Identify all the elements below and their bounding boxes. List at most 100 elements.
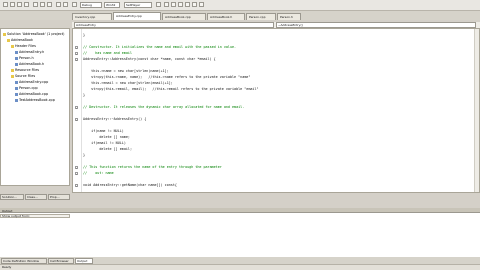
fold-toggle-icon[interactable]: -: [75, 118, 78, 122]
solution-tree-label: AddressBook: [11, 38, 33, 42]
find-icon[interactable]: [156, 2, 161, 7]
solution-tree-item[interactable]: AddressBook: [7, 38, 33, 42]
solution-tree-item[interactable]: Resource Files: [11, 68, 39, 72]
start-page-icon[interactable]: [199, 2, 204, 7]
save-icon[interactable]: [17, 2, 22, 7]
tab-inventory[interactable]: Inventory.cpp: [72, 13, 112, 20]
solution-explorer-icon[interactable]: [164, 2, 169, 7]
folder-icon: [7, 38, 10, 42]
folder-icon: [11, 68, 14, 72]
status-bar: Ready: [0, 264, 480, 270]
cut-icon[interactable]: [33, 2, 38, 7]
code-line: AddressEntry::AddressEntry(const char *n…: [83, 57, 216, 61]
file-icon: [15, 80, 18, 84]
code-line: this->name = new char[strlen(name)+1];: [83, 69, 169, 73]
solution-tree-label: Person.cpp: [19, 86, 38, 90]
code-line: }: [83, 33, 86, 37]
code-line: strcpy(this->name, name); //this->name r…: [83, 75, 251, 79]
tab-address-book-cpp[interactable]: AddressBook.cpp: [162, 13, 206, 20]
code-line: // Constructor. It initializes the name …: [83, 45, 237, 49]
code-line: // This function returns the name of the…: [83, 165, 222, 169]
copy-icon[interactable]: [40, 2, 45, 7]
properties-icon[interactable]: [171, 2, 176, 7]
solution-tree-item[interactable]: Solution 'AddressBook' (1 project): [3, 32, 64, 36]
tab-address-entry-cpp[interactable]: AddressEntry.cpp: [113, 12, 161, 20]
code-line: delete [] email;: [83, 147, 132, 151]
solution-tree-label: AddressEntry.h: [19, 50, 45, 54]
solution-tree-label: TestAddressBook.cpp: [19, 98, 55, 102]
save-all-icon[interactable]: [24, 2, 29, 7]
redo-icon[interactable]: [63, 2, 68, 7]
solution-tree-item[interactable]: AddressBook.cpp: [15, 92, 48, 96]
code-line: this->email = new char[strlen(email)+1];: [83, 81, 173, 85]
code-line: AddressEntry::~AddressEntry() {: [83, 117, 147, 121]
solution-tree-item[interactable]: TestAddressBook.cpp: [15, 98, 55, 102]
solution-tree-item[interactable]: AddressEntry.cpp: [15, 80, 48, 84]
fold-toggle-icon[interactable]: -: [75, 166, 78, 170]
toolbox-icon[interactable]: [178, 2, 183, 7]
platform-select[interactable]: Win32: [104, 2, 120, 8]
code-line: // out: name: [83, 171, 114, 175]
fold-toggle-icon[interactable]: -: [75, 184, 78, 188]
folder-icon: [3, 32, 6, 36]
solution-tree-label: AddressBook.cpp: [19, 92, 49, 96]
folder-icon: [11, 44, 14, 48]
solution-tree-label: Solution 'AddressBook' (1 project): [7, 32, 65, 36]
solution-tree-label: Person.h: [19, 56, 34, 60]
code-line: void AddressEntry::getName(char name[]) …: [83, 183, 177, 187]
fold-toggle-icon[interactable]: -: [75, 106, 78, 110]
file-icon: [15, 92, 18, 96]
fold-toggle-icon[interactable]: -: [75, 46, 78, 50]
tab-solution-explorer[interactable]: Solution...: [0, 194, 24, 200]
object-browser-icon[interactable]: [192, 2, 197, 7]
fold-toggle-icon[interactable]: -: [75, 172, 78, 176]
folder-icon: [11, 74, 14, 78]
tab-class-view[interactable]: Class...: [25, 194, 47, 200]
code-line: delete [] name;: [83, 135, 130, 139]
tab-address-book-h[interactable]: AddressBook.h: [207, 13, 245, 20]
code-line: // Destructor. It releases the dynamic c…: [83, 105, 245, 109]
bottom-panel-tabs: Code Definition Window Call Browser Outp…: [0, 257, 480, 264]
code-line: }: [83, 93, 86, 97]
undo-icon[interactable]: [56, 2, 61, 7]
editor-scrollbar[interactable]: [474, 29, 479, 192]
paste-icon[interactable]: [47, 2, 52, 7]
code-line: // has name and email: [83, 51, 132, 55]
document-tabs: Inventory.cpp AddressEntry.cpp AddressBo…: [0, 11, 480, 20]
solution-tree-label: Resource Files: [15, 68, 40, 72]
solution-panel-tabs: Solution... Class... Prop...: [0, 194, 70, 201]
file-icon: [15, 86, 18, 90]
solution-tree-label: Header Files: [15, 44, 36, 48]
new-file-icon[interactable]: [3, 2, 8, 7]
tab-person-cpp[interactable]: Person.cpp: [246, 13, 276, 20]
class-view-icon[interactable]: [185, 2, 190, 7]
tab-person-h[interactable]: Person.h: [277, 13, 301, 20]
output-pane[interactable]: [0, 212, 480, 258]
fold-toggle-icon[interactable]: -: [75, 58, 78, 62]
solution-tree-label: AddressEntry.cpp: [19, 80, 49, 84]
file-icon: [15, 50, 18, 54]
code-line: }: [83, 153, 86, 157]
solution-explorer: Solution 'AddressBook' (1 project) Addres…: [0, 28, 70, 186]
code-line: if(name != NULL): [83, 129, 124, 133]
solution-tree-item[interactable]: Person.h: [15, 56, 34, 60]
solution-config-select[interactable]: Debug: [80, 2, 102, 8]
solution-tree-label: AddressBook.h: [19, 62, 45, 66]
tab-property-manager[interactable]: Prop...: [48, 194, 70, 200]
solution-tree-label: Source Files: [15, 74, 36, 78]
solution-tree-item[interactable]: Header Files: [11, 44, 36, 48]
solution-tree-item[interactable]: AddressEntry.h: [15, 50, 44, 54]
solution-tree-item[interactable]: AddressBook.h: [15, 62, 44, 66]
file-icon: [15, 98, 18, 102]
solution-tree-item[interactable]: Person.cpp: [15, 86, 38, 90]
find-combo[interactable]: SetPlayer: [124, 2, 152, 8]
code-line: strcpy(this->email, email); //this->emai…: [83, 87, 259, 91]
code-line: if(email != NULL): [83, 141, 126, 145]
output-source-label: Show output from:: [0, 214, 70, 218]
solution-tree-item[interactable]: Source Files: [11, 74, 35, 78]
file-icon: [15, 56, 18, 60]
start-debug-icon[interactable]: [72, 2, 77, 7]
code-editor[interactable]: } // Constructor. It initializes the name…: [72, 28, 480, 193]
fold-toggle-icon[interactable]: -: [75, 52, 78, 56]
open-file-icon[interactable]: [10, 2, 15, 7]
